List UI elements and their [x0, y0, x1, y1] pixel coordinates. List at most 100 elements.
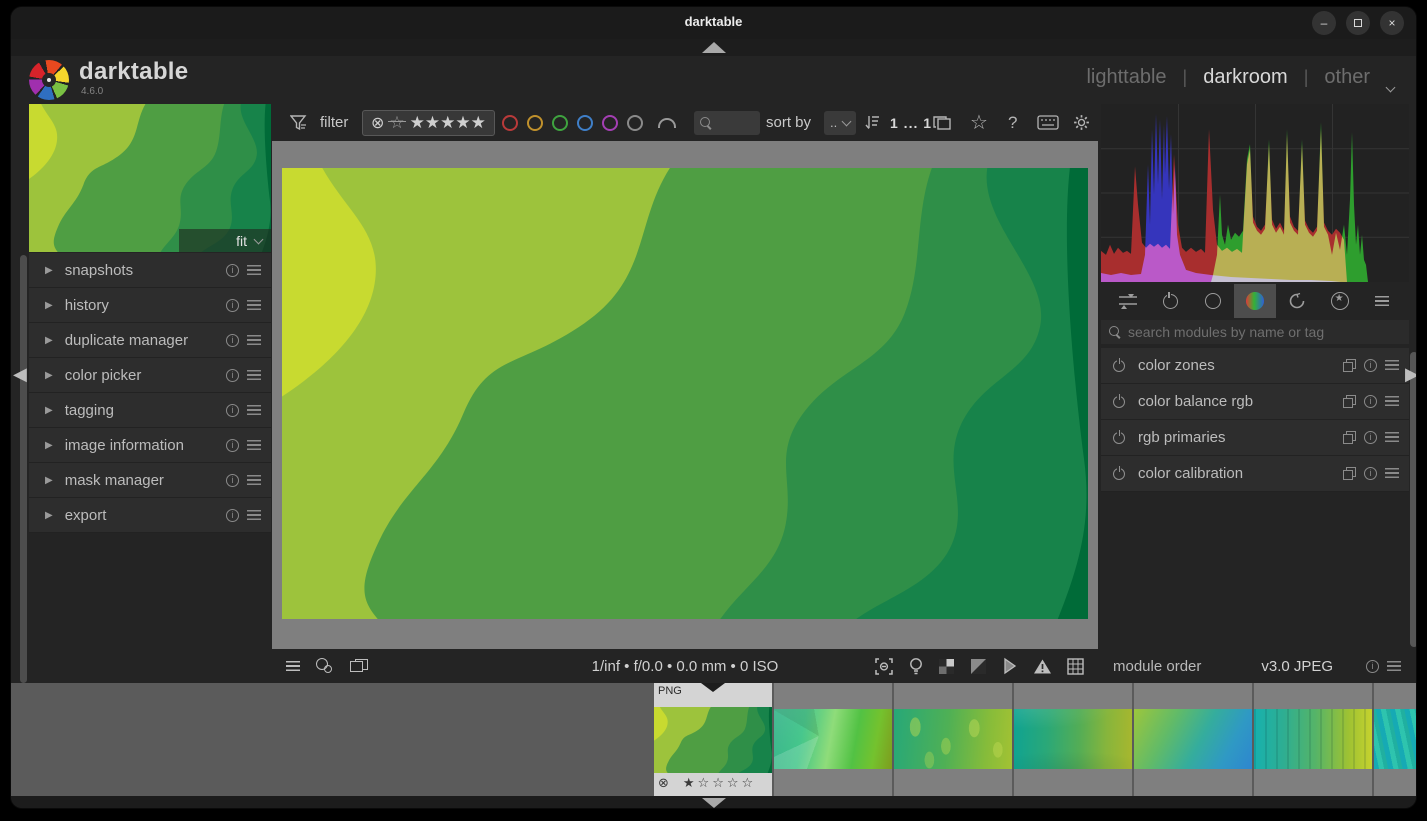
tab-darkroom[interactable]: darkroom — [1203, 66, 1287, 89]
module-order-value[interactable]: v3.0 JPEG — [1261, 658, 1333, 675]
star-rating[interactable]: ★☆☆☆☆ — [683, 775, 756, 791]
star-icon[interactable]: ★ — [455, 113, 470, 132]
minimize-button[interactable]: – — [1312, 11, 1336, 35]
star-icon[interactable]: ★ — [471, 113, 486, 132]
presets-menu-icon[interactable] — [247, 440, 261, 451]
sort-by-dropdown[interactable]: .. — [824, 111, 856, 135]
reset-icon[interactable]: i — [1364, 467, 1377, 480]
sidebar-item-history[interactable]: ▶ history i — [29, 288, 271, 323]
presets-menu-icon[interactable] — [247, 300, 261, 311]
presets-menu-icon[interactable] — [247, 475, 261, 486]
info-icon[interactable]: i — [226, 264, 239, 277]
sidebar-item-mask-manager[interactable]: ▶ mask manager i — [29, 463, 271, 498]
star-icon[interactable]: ★ — [410, 113, 425, 132]
filter-search-input[interactable] — [694, 111, 760, 135]
tab-other[interactable]: other — [1324, 66, 1370, 89]
tab-lighttable[interactable]: lighttable — [1086, 66, 1166, 89]
star-rating-icons[interactable]: ★★★★★ — [410, 113, 486, 133]
maximize-button[interactable] — [1346, 11, 1370, 35]
presets-menu-icon[interactable] — [1385, 396, 1399, 407]
filmstrip-thumbnail-selected[interactable]: PNG ⊗ ★☆☆☆☆ — [654, 683, 772, 796]
reject-rating-icon[interactable]: ⊗ — [371, 113, 384, 133]
tab-active-group[interactable] — [1149, 284, 1191, 318]
darkroom-canvas[interactable]: 1/inf • f/0.0 • 0.0 mm • 0 ISO — [272, 141, 1098, 683]
close-button[interactable]: × — [1380, 11, 1404, 35]
expander-icon[interactable]: ▶ — [45, 335, 53, 346]
expander-icon[interactable]: ▶ — [45, 475, 53, 486]
collapse-right-panel-icon[interactable]: ▶ — [1405, 364, 1417, 385]
shortcuts-keyboard-icon[interactable] — [1037, 115, 1059, 130]
power-icon[interactable] — [1113, 468, 1125, 480]
presets-menu-icon[interactable] — [247, 510, 261, 521]
sidebar-item-image-information[interactable]: ▶ image information i — [29, 428, 271, 463]
presets-menu-icon[interactable] — [247, 405, 261, 416]
module-search-input[interactable]: search modules by name or tag — [1101, 320, 1409, 344]
filmstrip-thumbnail[interactable] — [894, 683, 1012, 796]
reject-icon[interactable]: ⊗ — [658, 775, 669, 791]
tab-active-modules[interactable] — [1107, 284, 1149, 318]
preferences-gear-icon[interactable] — [1072, 113, 1091, 132]
color-label-filter[interactable] — [502, 115, 518, 131]
views-chevron-down-icon[interactable] — [1386, 83, 1396, 93]
presets-menu-icon[interactable] — [1385, 432, 1399, 443]
tab-effects-group[interactable] — [1319, 284, 1361, 318]
presets-menu-icon[interactable] — [247, 370, 261, 381]
power-icon[interactable] — [1113, 396, 1125, 408]
right-scrollbar[interactable] — [1410, 352, 1417, 647]
expander-icon[interactable]: ▶ — [45, 370, 53, 381]
star-icon[interactable]: ★ — [440, 113, 455, 132]
info-icon[interactable]: i — [1366, 660, 1379, 673]
expander-icon[interactable]: ▶ — [45, 300, 53, 311]
culling-arc-icon[interactable] — [658, 118, 676, 128]
filmstrip-thumbnail[interactable] — [774, 683, 892, 796]
star-icon[interactable]: ★ — [425, 113, 440, 132]
color-assessment-checker-icon[interactable] — [938, 658, 955, 675]
color-label-filter[interactable] — [577, 115, 593, 131]
reset-icon[interactable]: i — [1364, 395, 1377, 408]
zoom-mode-dropdown[interactable]: fit — [179, 229, 271, 252]
reset-icon[interactable]: i — [1364, 359, 1377, 372]
module-color-calibration[interactable]: color calibration i — [1101, 456, 1409, 492]
multi-instance-icon[interactable] — [1343, 467, 1356, 480]
overlays-star-icon[interactable]: ☆ — [970, 110, 988, 135]
expander-icon[interactable]: ▶ — [45, 405, 53, 416]
info-icon[interactable]: i — [226, 369, 239, 382]
filmstrip-thumbnail[interactable] — [1254, 683, 1372, 796]
tab-base-group[interactable] — [1192, 284, 1234, 318]
presets-menu-icon[interactable] — [1387, 661, 1401, 672]
color-label-filter[interactable] — [552, 115, 568, 131]
sort-direction-icon[interactable] — [864, 114, 882, 132]
rating-filter[interactable]: ⊗ ☆ ★★★★★ — [362, 110, 495, 136]
unstar-rating-icon[interactable]: ☆ — [389, 113, 404, 133]
filter-funnel-icon[interactable] — [290, 114, 308, 132]
grouping-icon[interactable] — [932, 114, 954, 132]
color-label-filter[interactable] — [627, 115, 643, 131]
module-color-balance-rgb[interactable]: color balance rgb i — [1101, 384, 1409, 420]
sidebar-item-tagging[interactable]: ▶ tagging i — [29, 393, 271, 428]
info-icon[interactable]: i — [226, 404, 239, 417]
main-image[interactable] — [282, 168, 1088, 619]
sidebar-item-export[interactable]: ▶ export i — [29, 498, 271, 533]
info-icon[interactable]: i — [226, 509, 239, 522]
expand-top-panel-icon[interactable] — [702, 42, 726, 53]
info-icon[interactable]: i — [226, 299, 239, 312]
power-icon[interactable] — [1113, 360, 1125, 372]
help-icon[interactable]: ? — [1008, 113, 1017, 133]
info-icon[interactable]: i — [226, 474, 239, 487]
expander-icon[interactable]: ▶ — [45, 265, 53, 276]
color-label-filter[interactable] — [602, 115, 618, 131]
presets-menu-icon[interactable] — [247, 335, 261, 346]
tab-color-group[interactable] — [1234, 284, 1276, 318]
tab-correct-group[interactable] — [1276, 284, 1318, 318]
sidebar-item-color-picker[interactable]: ▶ color picker i — [29, 358, 271, 393]
filmstrip-thumbnail[interactable] — [1134, 683, 1252, 796]
presets-menu-icon[interactable] — [1385, 360, 1399, 371]
reset-icon[interactable]: i — [1364, 431, 1377, 444]
multi-instance-icon[interactable] — [1343, 359, 1356, 372]
guides-grid-icon[interactable] — [1067, 658, 1084, 675]
presets-menu-icon[interactable] — [247, 265, 261, 276]
module-rgb-primaries[interactable]: rgb primaries i — [1101, 420, 1409, 456]
multi-instance-icon[interactable] — [1343, 431, 1356, 444]
power-icon[interactable] — [1113, 432, 1125, 444]
sidebar-item-snapshots[interactable]: ▶ snapshots i — [29, 253, 271, 288]
